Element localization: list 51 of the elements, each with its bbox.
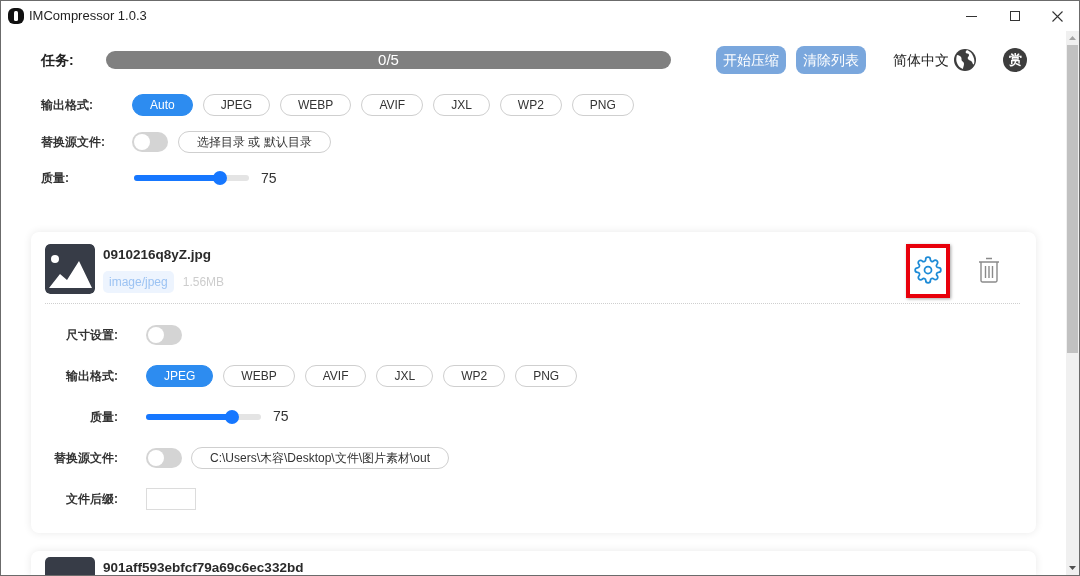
quality-value: 75 <box>273 407 289 426</box>
setting-label: 输出格式: <box>41 97 94 114</box>
output-path-button[interactable]: C:\Users\木容\Desktop\文件\图片素材\out <box>191 446 450 469</box>
format-option[interactable]: AVIF <box>361 94 424 116</box>
format-option[interactable]: WEBP <box>280 94 352 116</box>
settings-icon[interactable] <box>914 256 942 284</box>
image-file-icon <box>45 244 95 294</box>
quality-slider[interactable] <box>146 409 261 424</box>
setting-label: 尺寸设置: <box>65 326 118 344</box>
quality-slider[interactable] <box>134 171 249 185</box>
setting-label: 输出格式: <box>64 367 118 385</box>
mime-type-tag: image/jpeg <box>103 271 174 293</box>
choose-directory-button[interactable]: 选择目录 或 默认目录 <box>178 131 331 153</box>
setting-label: 文件后缀: <box>65 490 118 508</box>
slider-thumb[interactable] <box>213 171 228 185</box>
quality-value: 75 <box>261 168 277 188</box>
format-option[interactable]: AVIF <box>304 364 367 387</box>
reward-button[interactable]: 赏 <box>1003 48 1027 72</box>
format-option[interactable]: WEBP <box>223 364 295 387</box>
close-icon[interactable] <box>1052 10 1063 22</box>
setting-label: 质量: <box>41 170 70 187</box>
language-selector[interactable]: 简体中文 <box>893 49 949 71</box>
task-label: 任务: <box>41 50 75 70</box>
format-option[interactable]: JPEG <box>202 94 271 116</box>
slider-thumb[interactable] <box>225 409 240 424</box>
format-option[interactable]: WP2 <box>443 364 506 387</box>
format-option[interactable]: PNG <box>515 364 578 387</box>
image-file-icon <box>45 557 95 575</box>
app-logo-icon <box>8 8 24 24</box>
window-title: IMCompressor 1.0.3 <box>29 7 147 26</box>
format-option[interactable]: JXL <box>433 94 490 116</box>
setting-label: 替换源文件: <box>41 134 106 151</box>
scroll-down-icon[interactable] <box>1069 566 1076 570</box>
file-name: 0910216q8yZ.jpg <box>103 246 213 263</box>
scrollbar-thumb[interactable] <box>1067 45 1078 353</box>
setting-label: 质量: <box>89 408 118 426</box>
format-option[interactable]: WP2 <box>499 94 562 116</box>
setting-label: 替换源文件: <box>53 449 118 467</box>
format-option[interactable]: PNG <box>571 94 634 116</box>
maximize-icon[interactable] <box>1009 11 1020 21</box>
toggle-switch[interactable] <box>146 324 182 345</box>
file-name: 901aff593ebfcf79a69c6ec332bd <box>103 559 304 575</box>
minimize-icon[interactable] <box>966 15 977 17</box>
scroll-up-icon[interactable] <box>1069 36 1076 40</box>
toggle-switch[interactable] <box>132 132 168 152</box>
suffix-input-field[interactable] <box>146 487 196 510</box>
format-option[interactable]: JXL <box>376 364 434 387</box>
progress-text: 0/5 <box>378 51 399 69</box>
globe-icon[interactable] <box>953 48 977 72</box>
toggle-switch[interactable] <box>146 447 182 468</box>
trash-icon[interactable] <box>978 257 1000 283</box>
